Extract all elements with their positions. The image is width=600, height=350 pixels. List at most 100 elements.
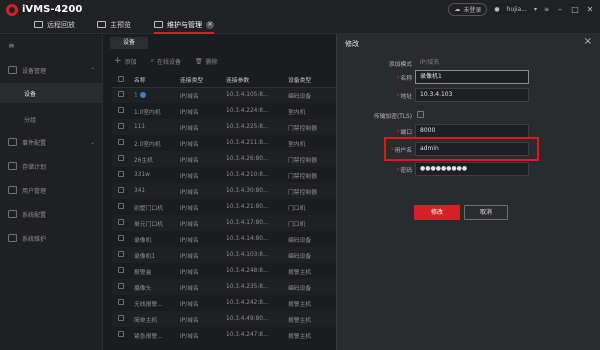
sidebar-item-system-config[interactable]: 系统配置 bbox=[0, 203, 103, 225]
cell-params: 10.3.4.49:80... bbox=[226, 311, 288, 327]
column-header-name[interactable]: 名称 bbox=[134, 73, 180, 88]
row-checkbox[interactable] bbox=[112, 295, 134, 311]
row-checkbox[interactable] bbox=[112, 247, 134, 263]
close-icon[interactable]: ✕ bbox=[586, 5, 594, 14]
table-row[interactable]: 111 IP/域名 10.3.4.225:8... 门禁控制器 bbox=[112, 119, 344, 135]
port-input[interactable]: 8000 bbox=[415, 124, 529, 138]
table-row[interactable]: 无线报警... IP/域名 10.3.4.242:8... 报警主机 bbox=[112, 295, 344, 311]
cell-name: 摄像头 bbox=[134, 279, 180, 295]
table-row[interactable]: 录像机1 IP/域名 10.3.4.103:8... 编码设备 bbox=[112, 247, 344, 263]
maximize-icon[interactable]: □ bbox=[571, 5, 579, 14]
address-label: *地址 bbox=[396, 91, 412, 100]
password-input[interactable]: ●●●●●●●●● bbox=[415, 162, 529, 176]
cell-name: 2.0室内机 bbox=[134, 135, 180, 151]
collapse-menu-icon[interactable]: ≡ bbox=[8, 41, 15, 50]
row-checkbox[interactable] bbox=[112, 167, 134, 183]
tab-main-preview[interactable]: 主预览 bbox=[97, 17, 131, 32]
field-password: *密码 ●●●●●●●●● bbox=[337, 162, 600, 178]
field-address: *地址 10.3.4.103 bbox=[337, 88, 600, 104]
select-all-checkbox[interactable] bbox=[112, 73, 134, 88]
table-row[interactable]: 26主机 IP/域名 10.3.4.26:80... 门禁控制器 bbox=[112, 151, 344, 167]
close-icon[interactable]: × bbox=[584, 36, 592, 47]
user-name[interactable]: hujia... bbox=[507, 6, 527, 13]
name-label-text: 名称 bbox=[400, 76, 412, 82]
device-name: 简单主机 bbox=[134, 317, 158, 324]
tab-maintenance[interactable]: 维护与管理 ✕ bbox=[154, 17, 214, 34]
column-header-type[interactable]: 连接类型 bbox=[180, 73, 226, 88]
cell-params: 10.3.4.242:8... bbox=[226, 300, 269, 306]
table-row[interactable]: 录像机 IP/域名 10.3.4.14:80... 编码设备 bbox=[112, 231, 344, 247]
table-row[interactable]: 紧急报警... IP/域名 10.3.4.247:8... 报警主机 bbox=[112, 327, 344, 343]
delete-label: 删除 bbox=[205, 58, 218, 66]
sidebar-item-group[interactable]: 分组 bbox=[0, 109, 103, 129]
chevron-down-icon[interactable]: ▾ bbox=[534, 6, 537, 13]
table-row[interactable]: 简单主机 IP/域名 10.3.4.49:80... 报警主机 bbox=[112, 311, 344, 327]
menu-icon[interactable]: ≡ bbox=[544, 6, 549, 13]
column-header-params[interactable]: 连接参数 bbox=[226, 73, 288, 88]
row-checkbox[interactable] bbox=[112, 135, 134, 151]
online-device-button[interactable]: ⌕ 在线设备 bbox=[151, 57, 181, 66]
row-checkbox[interactable] bbox=[112, 103, 134, 119]
sidebar-item-event-config[interactable]: 事件配置 ⌄ bbox=[0, 131, 103, 153]
device-name: 紧急报警... bbox=[134, 333, 163, 340]
modify-button[interactable]: 修改 bbox=[414, 205, 460, 220]
sidebar-item-system-maintenance[interactable]: 系统维护 bbox=[0, 227, 103, 249]
cell-name: 1 bbox=[134, 87, 180, 103]
cell-name: 1.0室内机 bbox=[134, 103, 180, 119]
cloud-login-button[interactable]: ☁ 未登录 bbox=[448, 3, 488, 16]
cell-params: 10.3.4.247:8... bbox=[226, 332, 269, 338]
sidebar-item-label: 设备 bbox=[24, 90, 37, 98]
user-management-icon bbox=[8, 186, 17, 194]
cancel-button[interactable]: 取消 bbox=[464, 205, 508, 220]
info-icon[interactable] bbox=[139, 92, 146, 98]
cell-params: 10.3.4.105:8... bbox=[226, 87, 288, 103]
table-row[interactable]: 2.0室内机 IP/域名 10.3.4.211:8... 室内机 bbox=[112, 135, 344, 151]
table-row[interactable]: 331w IP/域名 10.3.4.210:8... 门禁控制器 bbox=[112, 167, 344, 183]
tab-close-icon[interactable]: ✕ bbox=[206, 20, 214, 29]
tab-remote-playback[interactable]: 远程回放 bbox=[34, 17, 75, 32]
delete-device-button[interactable]: 🗑 删除 bbox=[195, 57, 218, 66]
sidebar-item-user-management[interactable]: 用户管理 bbox=[0, 179, 103, 201]
cell-name: 录像机 bbox=[134, 231, 180, 247]
row-checkbox[interactable] bbox=[112, 151, 134, 167]
sidebar-item-device-management[interactable]: 设备管理 ⌃ bbox=[0, 59, 103, 81]
row-checkbox[interactable] bbox=[112, 183, 134, 199]
table-row[interactable]: 报警盒 IP/域名 10.3.4.248:8... 报警主机 bbox=[112, 263, 344, 279]
row-checkbox[interactable] bbox=[112, 119, 134, 135]
sidebar-item-label: 系统维护 bbox=[22, 235, 47, 243]
sidebar-item-storage-plan[interactable]: 存储计划 bbox=[0, 155, 103, 177]
device-name: 录像机1 bbox=[134, 253, 156, 260]
dialog-title: 修改 bbox=[345, 40, 359, 48]
table-row[interactable]: 1 IP/域名 10.3.4.105:8... 编码设备 bbox=[112, 87, 344, 103]
row-checkbox[interactable] bbox=[112, 199, 134, 215]
device-name: 别墅门口机 bbox=[134, 205, 163, 212]
row-checkbox[interactable] bbox=[112, 311, 134, 327]
name-input[interactable]: 录像机1 bbox=[415, 70, 529, 84]
add-device-button[interactable]: + 添加 bbox=[114, 56, 137, 66]
sidebar-item-device[interactable]: 设备 bbox=[0, 83, 103, 103]
row-checkbox[interactable] bbox=[112, 231, 134, 247]
device-name: 1.0室内机 bbox=[134, 109, 161, 116]
row-checkbox[interactable] bbox=[112, 263, 134, 279]
table-row[interactable]: 摄像头 IP/域名 10.3.4.235:8... 编码设备 bbox=[112, 279, 344, 295]
tab-device[interactable]: 设备 bbox=[110, 37, 148, 49]
cell-name: 无线报警... bbox=[134, 295, 180, 311]
sidebar-item-label: 系统配置 bbox=[22, 211, 47, 219]
device-name: 111 bbox=[134, 124, 146, 130]
row-checkbox[interactable] bbox=[112, 327, 134, 343]
row-checkbox[interactable] bbox=[112, 279, 134, 295]
tls-checkbox[interactable] bbox=[417, 111, 424, 118]
add-mode-value: IP/域名 bbox=[420, 59, 440, 66]
row-checkbox[interactable] bbox=[112, 87, 134, 103]
maintenance-icon bbox=[154, 21, 163, 28]
table-row[interactable]: 1.0室内机 IP/域名 10.3.4.224:8... 室内机 bbox=[112, 103, 344, 119]
minimize-icon[interactable]: – bbox=[556, 5, 564, 14]
device-name: 2.0室内机 bbox=[134, 141, 161, 148]
table-row[interactable]: 341 IP/域名 10.3.4.30:80... 门禁控制器 bbox=[112, 183, 344, 199]
address-input[interactable]: 10.3.4.103 bbox=[415, 88, 529, 102]
table-row[interactable]: 单元门口机 IP/域名 10.3.4.17:80... 门口机 bbox=[112, 215, 344, 231]
sidebar-item-label: 用户管理 bbox=[22, 187, 47, 195]
cell-name: 别墅门口机 bbox=[134, 199, 180, 215]
row-checkbox[interactable] bbox=[112, 215, 134, 231]
table-row[interactable]: 别墅门口机 IP/域名 10.3.4.21:80... 门口机 bbox=[112, 199, 344, 215]
